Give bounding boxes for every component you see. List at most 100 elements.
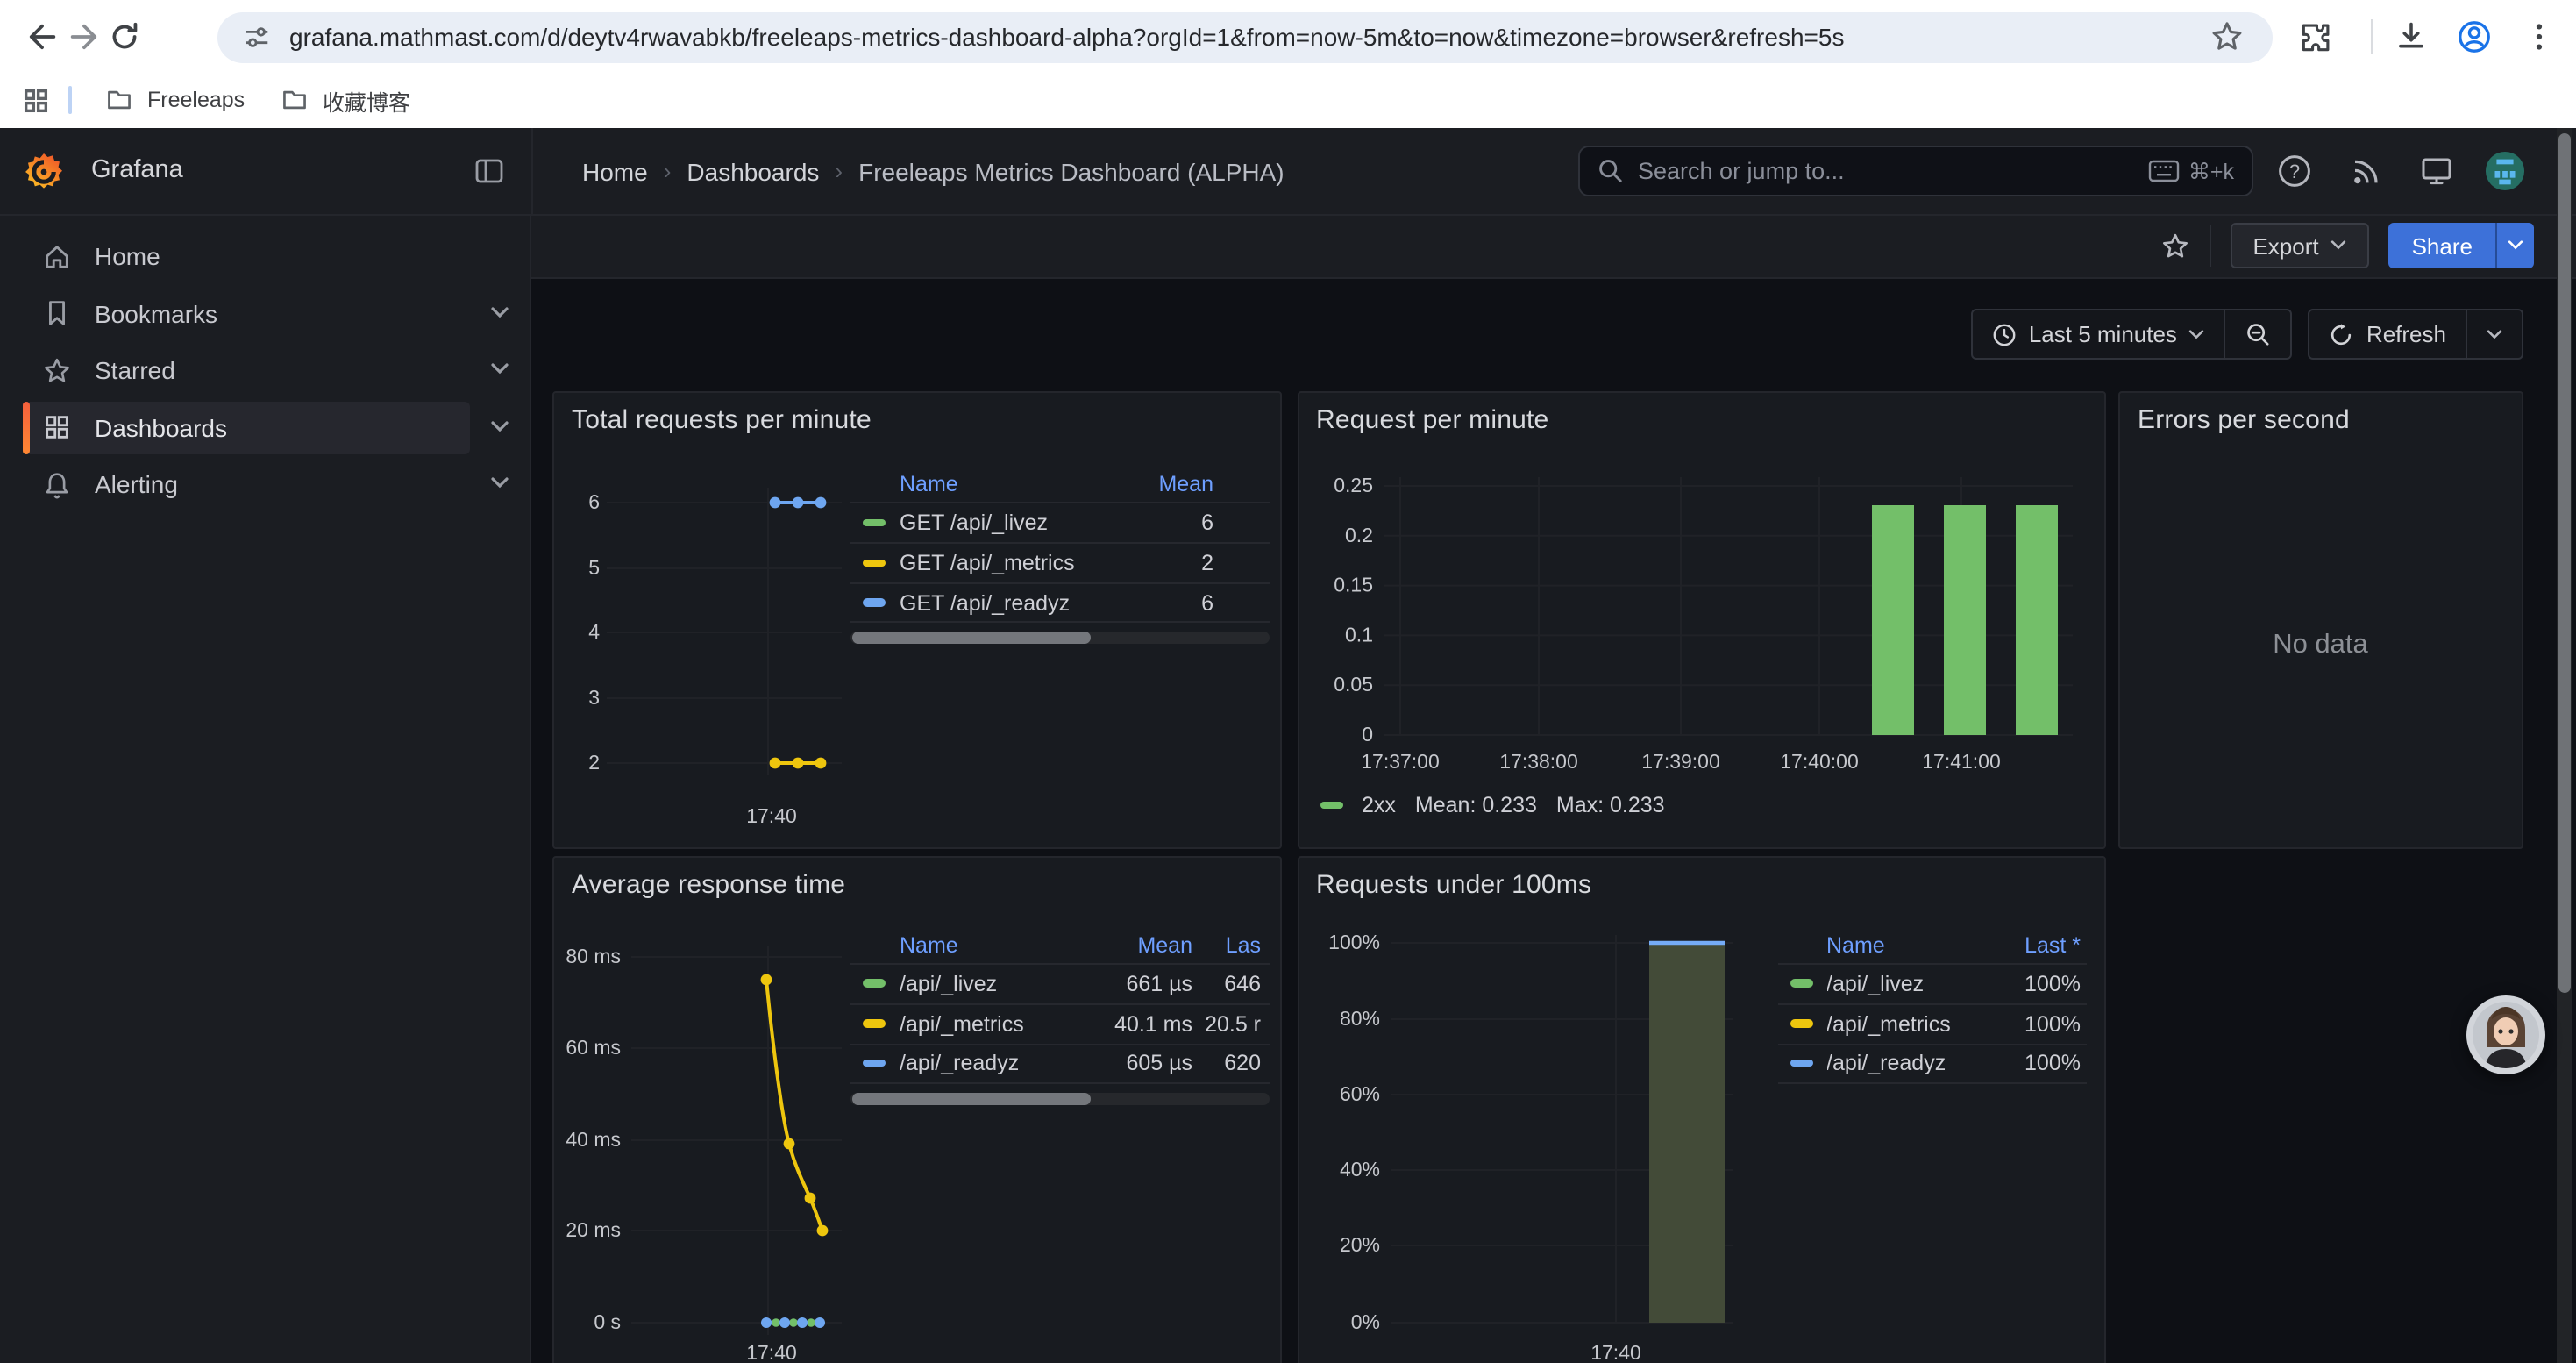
bookmark-folder-freeleaps[interactable]: Freeleaps	[91, 79, 259, 121]
legend-col-last[interactable]: Las	[1192, 932, 1270, 957]
legend-scrollbar-thumb[interactable]	[852, 1092, 1091, 1104]
dashboard-toolbar: Export Share	[530, 215, 2576, 278]
legend-row[interactable]: /api/_metrics 40.1 ms 20.5 r	[850, 1003, 1270, 1043]
time-controls: Last 5 minutes Refresh	[1971, 309, 2523, 360]
legend-row[interactable]: GET /api/_metrics 2	[850, 542, 1270, 582]
brand-name: Grafana	[91, 155, 183, 183]
folder-icon	[105, 86, 133, 114]
profile-icon[interactable]	[2457, 19, 2492, 54]
legend-scrollbar[interactable]	[850, 1092, 1270, 1104]
refresh-icon	[2330, 322, 2354, 346]
legend-row[interactable]: /api/_readyz 605 µs 620	[850, 1043, 1270, 1083]
time-range-button[interactable]: Last 5 minutes	[1973, 310, 2224, 358]
panel-total-requests[interactable]: Total requests per minute 6 5 4 3 2 17:4…	[552, 391, 1282, 849]
panel-avg-response-time[interactable]: Average response time 80 ms 60 ms 40 ms …	[552, 855, 1282, 1363]
legend-col-name[interactable]: Name	[1777, 932, 1998, 957]
share-button[interactable]: Share	[2389, 223, 2495, 268]
legend-row[interactable]: GET /api/_readyz 6	[850, 582, 1270, 623]
legend-col-last[interactable]: Last *	[1998, 932, 2086, 957]
breadcrumb-dashboards[interactable]: Dashboards	[687, 157, 819, 185]
series-swatch	[863, 519, 886, 527]
legend-table: Name Last * /api/_livez 100% /api/_metri…	[1777, 927, 2086, 1083]
legend-scrollbar[interactable]	[850, 632, 1270, 644]
news-rss-icon[interactable]	[2348, 152, 2385, 189]
reload-icon[interactable]	[107, 19, 142, 54]
series-swatch	[863, 1020, 886, 1028]
legend-row[interactable]: /api/_livez 100%	[1777, 962, 2086, 1003]
sidebar-toggle-icon[interactable]	[475, 157, 503, 183]
bar-series-2xx	[1871, 505, 2057, 735]
favorite-star-icon[interactable]	[2160, 231, 2189, 260]
search-box[interactable]: ⌘+k	[1578, 146, 2253, 196]
panel-request-per-minute[interactable]: Request per minute 0.25 0.2 0.15 0.1 0.0…	[1297, 391, 2106, 849]
export-button[interactable]: Export	[2230, 223, 2369, 268]
legend[interactable]: 2xx Mean: 0.233 Max: 0.233	[1320, 793, 1665, 817]
share-dropdown-button[interactable]	[2495, 223, 2534, 268]
sidebar-item-home[interactable]: Home	[23, 230, 469, 282]
bookmark-folder-blogs[interactable]: 收藏博客	[267, 79, 424, 121]
breadcrumb-separator: ›	[835, 158, 843, 184]
zoom-out-button[interactable]	[2226, 310, 2291, 358]
panel-requests-under-100ms[interactable]: Requests under 100ms 100% 80% 60% 40% 20…	[1297, 855, 2106, 1363]
menu-dots-icon[interactable]	[2522, 19, 2557, 54]
sidebar-item-alerting[interactable]: Alerting	[23, 458, 469, 510]
legend-col-mean[interactable]: Mean	[1077, 932, 1192, 957]
refresh-interval-button[interactable]	[2467, 310, 2522, 358]
monitor-icon[interactable]	[2418, 152, 2455, 189]
browser-toolbar	[0, 0, 2576, 74]
series-mean: 6	[1147, 590, 1270, 615]
url-bar[interactable]	[217, 11, 2273, 62]
page-scrollbar-thumb[interactable]	[2558, 133, 2571, 993]
y-tick: 5	[588, 556, 600, 579]
user-avatar[interactable]	[2485, 150, 2525, 190]
bell-icon	[42, 469, 72, 499]
chevron-down-icon[interactable]	[490, 477, 508, 489]
legend-row[interactable]: /api/_metrics 100%	[1777, 1003, 2086, 1043]
panel-errors-per-second[interactable]: Errors per second No data	[2118, 391, 2523, 849]
dashboards-grid-icon	[42, 412, 72, 442]
extensions-icon[interactable]	[2299, 19, 2334, 54]
series-last: 100%	[1998, 971, 2086, 995]
legend-header: Name Mean	[850, 467, 1270, 502]
legend-row[interactable]: GET /api/_livez 6	[850, 502, 1270, 542]
series-last: 646	[1192, 971, 1270, 995]
x-tick: 17:37:00	[1360, 750, 1439, 773]
bookmark-folder-label: 收藏博客	[323, 83, 410, 117]
download-icon[interactable]	[2394, 19, 2429, 54]
breadcrumb-home[interactable]: Home	[582, 157, 648, 185]
series-name: 2xx	[1362, 793, 1396, 817]
chevron-down-icon[interactable]	[490, 420, 508, 432]
x-tick: 17:38:00	[1498, 750, 1577, 773]
sidebar-item-bookmarks[interactable]: Bookmarks	[23, 287, 469, 339]
bookmark-star-icon[interactable]	[2210, 19, 2245, 54]
sidebar-item-dashboards[interactable]: Dashboards	[23, 401, 469, 453]
legend-row[interactable]: /api/_livez 661 µs 646	[850, 962, 1270, 1003]
refresh-button[interactable]: Refresh	[2310, 310, 2466, 358]
apps-grid-icon[interactable]	[21, 86, 51, 116]
grafana-logo[interactable]	[23, 150, 65, 192]
grafana-header: Grafana Home › Dashboards › Freeleaps Me…	[0, 127, 2576, 215]
url-input[interactable]	[289, 23, 2248, 51]
forward-icon[interactable]	[67, 19, 102, 54]
legend-col-name[interactable]: Name	[850, 932, 1077, 957]
legend-col-name[interactable]: Name	[850, 472, 1147, 496]
legend-table: Name Mean Las /api/_livez 661 µs 646 /ap…	[850, 927, 1270, 1104]
series-name: /api/_metrics	[1826, 1011, 1998, 1036]
series-name: GET /api/_metrics	[900, 551, 1147, 575]
toolbar-separator	[2371, 19, 2373, 54]
series-readyz	[770, 497, 827, 509]
chevron-down-icon[interactable]	[490, 363, 508, 375]
series-name: /api/_metrics	[900, 1011, 1077, 1036]
assistant-avatar[interactable]	[2466, 995, 2546, 1075]
legend-col-mean[interactable]: Mean	[1147, 472, 1270, 496]
back-icon[interactable]	[25, 19, 60, 54]
search-input[interactable]	[1638, 158, 2134, 184]
series-swatch	[1790, 1060, 1812, 1067]
help-icon[interactable]: ?	[2276, 152, 2313, 189]
legend-row[interactable]: /api/_readyz 100%	[1777, 1043, 2086, 1083]
site-settings-icon[interactable]	[242, 22, 272, 52]
legend-scrollbar-thumb[interactable]	[852, 632, 1091, 644]
sidebar-item-starred[interactable]: Starred	[23, 344, 469, 396]
chevron-down-icon[interactable]	[490, 306, 508, 318]
bookmark-icon	[42, 298, 72, 328]
